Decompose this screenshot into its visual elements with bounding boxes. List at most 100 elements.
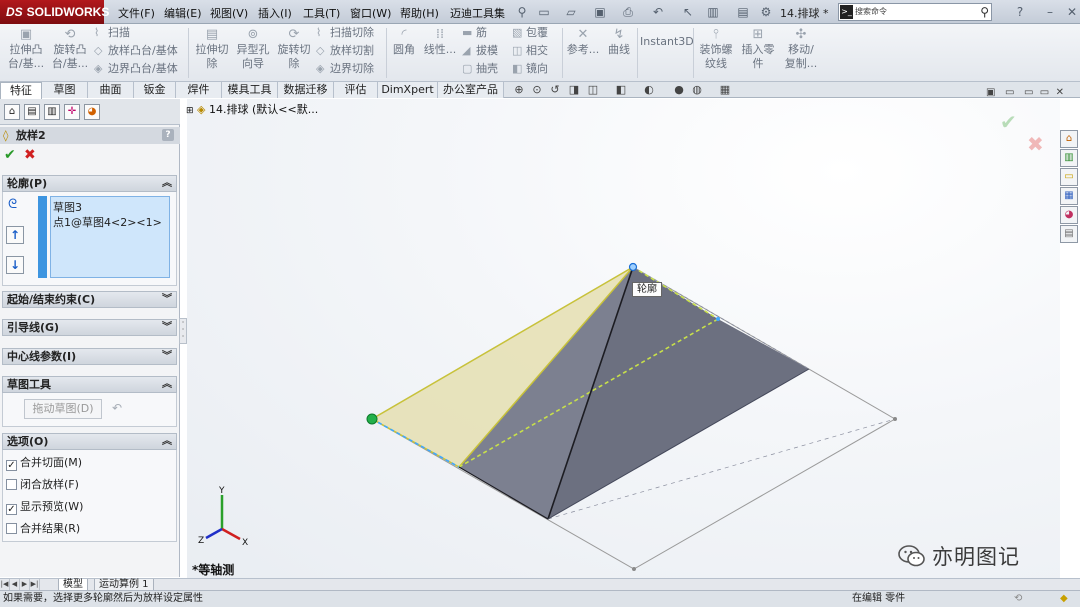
rebuild-icon[interactable]: ▥ — [705, 4, 721, 20]
view-settings-icon[interactable]: ▦ — [718, 84, 732, 96]
dimxpert-manager-tab-icon[interactable]: ✛ — [64, 104, 80, 120]
menu-window[interactable]: 窗口(W) — [350, 5, 391, 21]
undo-icon[interactable]: ↶ — [650, 4, 666, 20]
loft-cut-button[interactable]: ◇ 放样切割 — [316, 44, 374, 58]
sweep-cut-button[interactable]: ⌇ 扫描切除 — [316, 26, 374, 40]
checkbox-checked[interactable]: ✓ — [6, 460, 17, 471]
shell-button[interactable]: ▢ 抽壳 — [462, 62, 498, 76]
viewport-window-controls[interactable]: ▣ ▭ ▭ ▭ ✕ — [986, 87, 1064, 98]
hole-wizard-button[interactable]: ⊚ 异型孔 向导 — [234, 28, 272, 71]
edit-appearance-icon[interactable]: ● — [672, 84, 686, 96]
tab-surfaces[interactable]: 曲面 — [88, 82, 134, 98]
save-icon[interactable]: ▣ — [592, 4, 608, 20]
menu-maidi-tools[interactable]: 迈迪工具集 — [450, 5, 505, 21]
appearances-icon[interactable]: ◕ — [1060, 206, 1078, 224]
tab-evaluate[interactable]: 评估 — [334, 82, 378, 98]
view-palette-icon[interactable]: ▦ — [1060, 187, 1078, 205]
apply-scene-icon[interactable]: ◍ — [690, 84, 704, 96]
view-orientation-icon[interactable]: ◫ — [586, 84, 600, 96]
rib-button[interactable]: ▬ 筋 — [462, 26, 487, 40]
file-explorer-icon[interactable]: ▭ — [1060, 168, 1078, 186]
display-style-icon[interactable]: ◧ — [614, 84, 628, 96]
tab-office-products[interactable]: 办公室产品 — [438, 82, 504, 98]
loft-boss-button[interactable]: ◇ 放样凸台/基体 — [94, 44, 178, 58]
solidworks-resources-icon[interactable]: ⌂ — [1060, 130, 1078, 148]
menu-edit[interactable]: 编辑(E) — [164, 5, 202, 21]
checkbox-unchecked[interactable] — [6, 523, 17, 534]
mirror-button[interactable]: ◧ 镜向 — [512, 62, 548, 76]
instant3d-button[interactable]: Instant3D — [640, 35, 694, 49]
list-item[interactable]: 草图3 — [53, 200, 167, 215]
draft-button[interactable]: ◢ 拔模 — [462, 44, 498, 58]
boundary-cut-button[interactable]: ◈ 边界切除 — [316, 62, 374, 76]
move-up-button[interactable]: ↑ — [6, 226, 24, 244]
configuration-manager-tab-icon[interactable]: ▥ — [44, 104, 60, 120]
list-item[interactable]: 点1@草图4<2><1> — [53, 215, 167, 230]
viewport-cancel-icon[interactable]: ✖ — [1027, 132, 1044, 156]
move-down-button[interactable]: ↓ — [6, 256, 24, 274]
boundary-boss-button[interactable]: ◈ 边界凸台/基体 — [94, 62, 178, 76]
move-copy-button[interactable]: ✣ 移动/ 复制... — [782, 28, 820, 71]
intersect-button[interactable]: ◫ 相交 — [512, 44, 548, 58]
fillet-button[interactable]: ◜ 圆角 — [389, 28, 419, 57]
drag-sketch-button[interactable]: 拖动草图(D) — [24, 399, 102, 419]
search-icon[interactable]: ⚲ — [980, 4, 989, 20]
show-preview-checkbox[interactable]: ✓ 显示预览(W) — [6, 500, 83, 515]
menu-view[interactable]: 视图(V) — [210, 5, 248, 21]
sweep-button[interactable]: ⌇ 扫描 — [94, 26, 130, 40]
revolve-boss-button[interactable]: ⟲ 旋转凸 台/基... — [50, 28, 90, 71]
profile-connector-handle[interactable] — [366, 413, 378, 425]
hide-show-items-icon[interactable]: ◐ — [642, 84, 656, 96]
checkbox-checked[interactable]: ✓ — [6, 504, 17, 515]
extrude-cut-button[interactable]: ▤ 拉伸切 除 — [193, 28, 231, 71]
prev-tab-arrow-icon[interactable]: ◀ — [10, 579, 20, 590]
new-document-icon[interactable]: ▭ — [536, 4, 552, 20]
options-icon[interactable]: ⚙ — [758, 4, 774, 20]
undo-sketch-drag-icon[interactable]: ↶ — [112, 401, 122, 415]
guide-curves-group-header[interactable]: 引导线(G) ︾ — [2, 319, 177, 336]
tab-mold-tools[interactable]: 模具工具 — [222, 82, 278, 98]
last-tab-arrow-icon[interactable]: ▶| — [30, 579, 40, 590]
feature-tree-root[interactable]: ⊞ ◈ 14.排球 (默认<<默... — [186, 101, 318, 117]
panel-splitter-handle[interactable]: · · · — [179, 318, 187, 344]
custom-properties-icon[interactable]: ▤ — [1060, 225, 1078, 243]
wrap-button[interactable]: ▧ 包覆 — [512, 26, 548, 40]
tab-features[interactable]: 特征 — [0, 82, 42, 99]
menu-insert[interactable]: 插入(I) — [258, 5, 292, 21]
previous-view-icon[interactable]: ↺ — [548, 84, 562, 96]
section-view-icon[interactable]: ◨ — [567, 84, 581, 96]
checkbox-unchecked[interactable] — [6, 479, 17, 490]
pin-icon[interactable]: ⚲ — [514, 4, 530, 20]
menu-help[interactable]: 帮助(H) — [400, 5, 439, 21]
next-tab-arrow-icon[interactable]: ▶ — [20, 579, 30, 590]
command-search[interactable]: >_ 搜索命令 ⚲ — [838, 3, 992, 21]
rebuild-needed-icon[interactable]: ◆ — [1060, 591, 1068, 607]
merge-result-checkbox[interactable]: 合并结果(R) — [6, 522, 80, 536]
app-logo[interactable]: DS SOLIDWORKS — [0, 0, 109, 24]
property-manager-tab-icon[interactable]: ▤ — [24, 104, 40, 120]
tab-data-migration[interactable]: 数据迁移 — [278, 82, 334, 98]
zoom-to-area-icon[interactable]: ⊙ — [530, 84, 544, 96]
minimize-icon[interactable]: – — [1042, 4, 1058, 20]
open-icon[interactable]: ▱ — [563, 4, 579, 20]
insert-part-button[interactable]: ⊞ 插入零 件 — [740, 28, 776, 71]
profile-callout[interactable]: 轮廓 — [632, 282, 662, 297]
help-icon[interactable]: ? — [162, 129, 174, 141]
expand-tree-icon[interactable]: ⊞ — [186, 106, 194, 116]
profile-group-header[interactable]: 轮廓(P) ︽ — [2, 175, 177, 192]
cancel-icon[interactable]: ✖ — [24, 147, 36, 163]
centerline-params-group-header[interactable]: 中心线参数(I) ︾ — [2, 348, 177, 365]
first-tab-arrow-icon[interactable]: |◀ — [0, 579, 10, 590]
close-window-icon[interactable]: ✕ — [1064, 4, 1080, 20]
help-icon[interactable]: ? — [1012, 4, 1028, 20]
linear-pattern-button[interactable]: ⁞⁞ 线性... — [422, 28, 458, 57]
tab-dimxpert[interactable]: DimXpert — [378, 82, 438, 98]
zoom-to-fit-icon[interactable]: ⊕ — [512, 84, 526, 96]
apex-point-handle[interactable] — [628, 262, 638, 272]
profile-selection-box[interactable]: 草图3 点1@草图4<2><1> — [50, 196, 170, 278]
print-icon[interactable]: ⎙ — [620, 4, 636, 20]
sketch-tools-group-header[interactable]: 草图工具 ︽ — [2, 376, 177, 393]
menu-file[interactable]: 文件(F) — [118, 5, 155, 21]
select-icon[interactable]: ↖ — [680, 4, 696, 20]
display-manager-tab-icon[interactable]: ◕ — [84, 104, 100, 120]
